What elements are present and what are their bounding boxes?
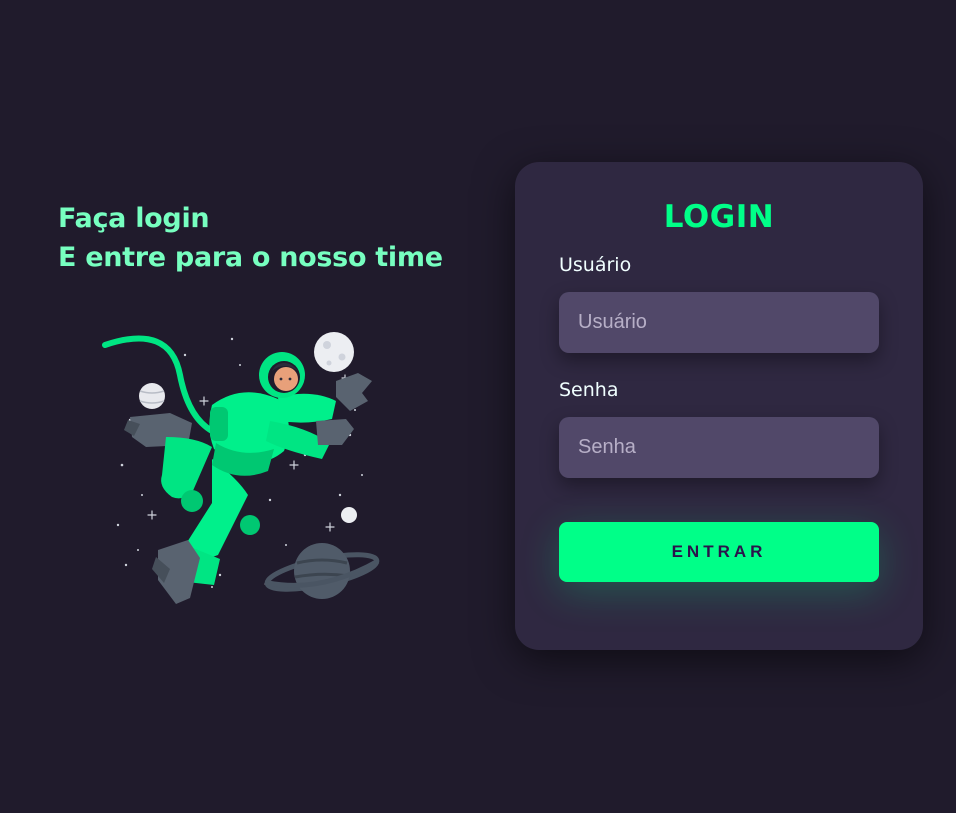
username-label: Usuário — [559, 254, 632, 276]
hero-section: Faça login E entre para o nosso time — [58, 199, 478, 277]
username-input[interactable] — [559, 292, 879, 353]
hero-line-1: Faça login — [58, 203, 210, 234]
submit-button[interactable]: ENTRAR — [559, 522, 879, 582]
password-input[interactable] — [559, 417, 879, 478]
astronaut-illustration — [102, 332, 380, 604]
login-page: Faça login E entre para o nosso time LOG… — [0, 0, 956, 813]
password-label: Senha — [559, 379, 619, 401]
login-title: LOGIN — [663, 199, 775, 235]
hero-line-2: E entre para o nosso time — [58, 242, 443, 273]
